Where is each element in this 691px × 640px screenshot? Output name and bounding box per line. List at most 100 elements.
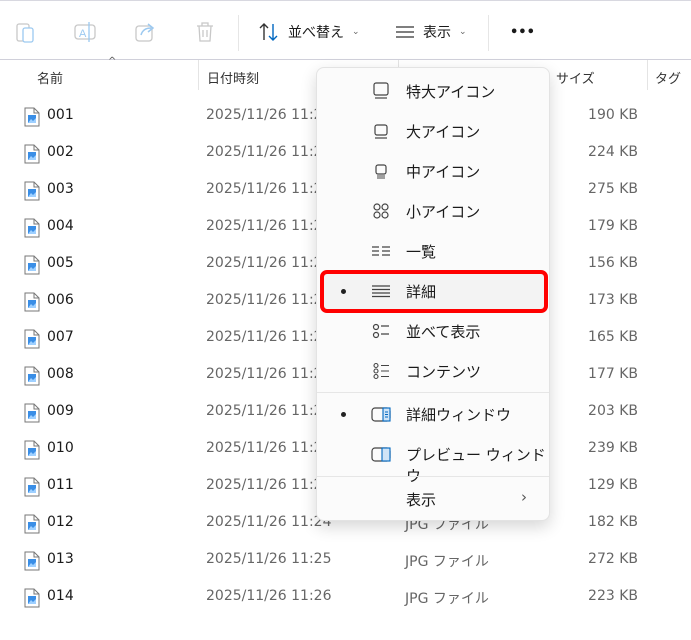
- menu-item-content[interactable]: コンテンツ: [321, 352, 547, 390]
- file-row[interactable]: 014 2025/11/26 11:26 JPG ファイル 223 KB: [0, 579, 691, 616]
- large-icons-icon: [374, 124, 388, 139]
- file-type: JPG ファイル: [405, 591, 489, 607]
- file-date: 2025/11/26 11:23: [206, 144, 332, 160]
- file-size: 239 KB: [588, 440, 638, 456]
- menu-item-label: 詳細ウィンドウ: [406, 406, 512, 424]
- menu-divider: [317, 392, 549, 393]
- menu-item-show[interactable]: 表示 ›: [321, 480, 547, 518]
- file-date: 2025/11/26 11:24: [206, 514, 332, 530]
- file-size: 190 KB: [588, 107, 638, 123]
- command-bar: A 並べ替え ⌄ 表示 ⌄ •••: [0, 0, 691, 60]
- sort-button[interactable]: 並べ替え ⌄: [258, 19, 360, 45]
- file-date: 2025/11/26 11:26: [206, 255, 332, 271]
- column-size[interactable]: サイズ: [556, 68, 595, 87]
- file-date: 2025/11/26 11:26: [206, 218, 332, 234]
- column-name[interactable]: 名前: [37, 68, 63, 87]
- share-button[interactable]: [135, 19, 157, 45]
- menu-item-label: 表示: [406, 491, 437, 509]
- extra-large-icons-icon: [373, 82, 389, 99]
- file-size: 203 KB: [588, 403, 638, 419]
- file-date: 2025/11/26 11:23: [206, 107, 332, 123]
- file-name: 011: [47, 477, 74, 493]
- sort-ascending-icon: ^: [108, 56, 117, 67]
- medium-icons-icon: [375, 164, 387, 179]
- list-icon: [372, 246, 390, 256]
- delete-icon: [197, 22, 213, 42]
- menu-item-label: 特大アイコン: [406, 83, 496, 101]
- menu-item-larges-icon[interactable]: 大アイコン: [321, 112, 547, 150]
- small-icons-icon: [373, 203, 389, 219]
- file-name: 012: [47, 514, 74, 530]
- file-size: 165 KB: [588, 329, 638, 345]
- file-name: 006: [47, 292, 74, 308]
- preview-pane-icon: [371, 447, 391, 462]
- image-file-icon: [24, 292, 40, 316]
- menu-item-label: 大アイコン: [406, 123, 481, 141]
- file-name: 013: [47, 551, 74, 567]
- rename-icon: A: [74, 22, 96, 42]
- image-file-icon: [24, 144, 40, 168]
- file-name: 014: [47, 588, 74, 604]
- column-divider[interactable]: [198, 60, 199, 90]
- image-file-icon: [24, 440, 40, 464]
- selected-bullet-icon: [341, 412, 346, 417]
- file-name: 001: [47, 107, 74, 123]
- image-file-icon: [24, 181, 40, 205]
- file-row[interactable]: 013 2025/11/26 11:25 JPG ファイル 272 KB: [0, 542, 691, 579]
- rename-button[interactable]: A: [74, 19, 98, 45]
- menu-item-smalls-icon[interactable]: 小アイコン: [321, 192, 547, 230]
- file-name: 005: [47, 255, 74, 271]
- menu-item-list[interactable]: 一覧: [321, 232, 547, 270]
- image-file-icon: [24, 514, 40, 538]
- image-file-icon: [24, 366, 40, 390]
- paste-icon: [16, 23, 34, 43]
- chevron-down-icon: ⌄: [352, 27, 360, 37]
- delete-button[interactable]: [195, 19, 215, 45]
- column-divider[interactable]: [647, 60, 648, 90]
- menu-item-preview-pane[interactable]: プレビュー ウィンドウ: [321, 435, 547, 485]
- column-tag[interactable]: タグ: [655, 68, 681, 87]
- image-file-icon: [24, 218, 40, 242]
- image-file-icon: [24, 255, 40, 279]
- file-size: 275 KB: [588, 181, 638, 197]
- menu-item-label: 小アイコン: [406, 203, 481, 221]
- sort-icon: [259, 23, 278, 41]
- menu-item-label: 並べて表示: [406, 323, 481, 341]
- more-icon: •••: [510, 24, 535, 40]
- file-date: 2025/11/26 11:26: [206, 366, 332, 382]
- file-size: 223 KB: [588, 588, 638, 604]
- image-file-icon: [24, 477, 40, 501]
- file-size: 177 KB: [588, 366, 638, 382]
- file-date: 2025/11/26 11:26: [206, 292, 332, 308]
- menu-divider: [317, 476, 549, 477]
- menu-item-label: 一覧: [406, 243, 437, 261]
- file-size: 129 KB: [588, 477, 638, 493]
- menu-item-mediums-icon[interactable]: 中アイコン: [321, 152, 547, 190]
- file-name: 002: [47, 144, 74, 160]
- menu-item-tiles[interactable]: 並べて表示: [321, 312, 547, 350]
- image-file-icon: [24, 107, 40, 131]
- image-file-icon: [24, 329, 40, 353]
- file-date: 2025/11/26 11:26: [206, 588, 332, 604]
- highlight-box: [320, 270, 548, 313]
- menu-item-label: 中アイコン: [406, 163, 481, 181]
- file-date: 2025/11/26 11:27: [206, 329, 332, 345]
- file-name: 004: [47, 218, 74, 234]
- file-size: 179 KB: [588, 218, 638, 234]
- view-label: 表示: [423, 25, 451, 41]
- more-button[interactable]: •••: [510, 19, 535, 45]
- file-name: 009: [47, 403, 74, 419]
- toolbar-divider: [488, 15, 489, 51]
- chevron-right-icon: ›: [521, 488, 527, 506]
- sort-label: 並べ替え: [288, 25, 344, 41]
- menu-item-details-pane[interactable]: 詳細ウィンドウ: [321, 395, 547, 433]
- image-file-icon: [24, 403, 40, 427]
- details-pane-icon: [371, 407, 391, 422]
- file-date: 2025/11/26 11:26: [206, 403, 332, 419]
- menu-item-extra-larges-icon[interactable]: 特大アイコン: [321, 72, 547, 110]
- content-icon: [373, 362, 389, 380]
- column-date[interactable]: 日付時刻: [207, 68, 259, 87]
- paste-button[interactable]: [16, 19, 36, 45]
- file-size: 156 KB: [588, 255, 638, 271]
- view-button[interactable]: 表示 ⌄: [395, 19, 467, 45]
